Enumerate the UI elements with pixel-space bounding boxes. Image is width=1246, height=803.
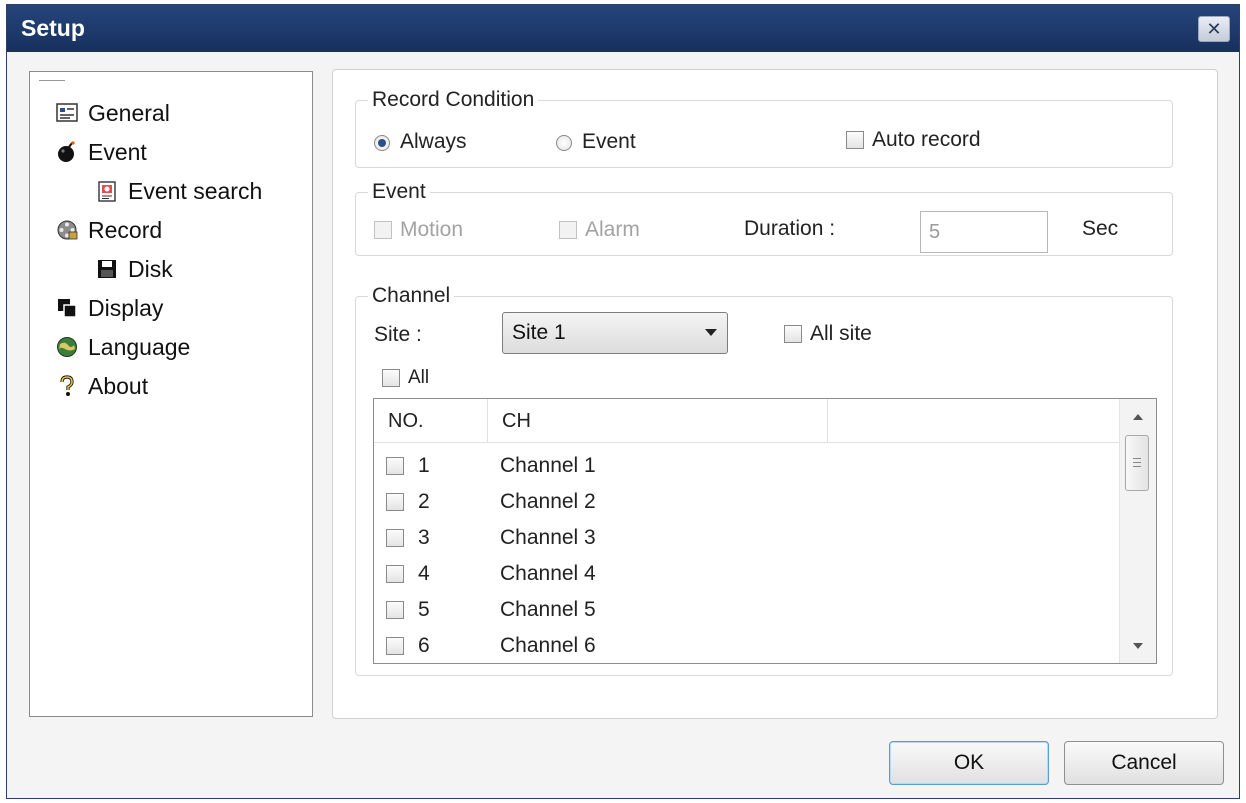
tree-item-disk[interactable]: Disk: [96, 254, 173, 284]
auto-record-checkbox[interactable]: [846, 131, 864, 149]
tree-item-label: Language: [88, 333, 191, 360]
scroll-up-icon[interactable]: [1133, 414, 1143, 420]
channel-name: Channel 2: [500, 490, 596, 513]
alarm-label: Alarm: [585, 218, 640, 241]
channel-number: 3: [418, 526, 430, 549]
table-row[interactable]: 5 Channel 5: [374, 593, 1120, 629]
table-row[interactable]: 4 Channel 4: [374, 557, 1120, 593]
channel-name: Channel 5: [500, 598, 596, 621]
ok-button[interactable]: OK: [889, 741, 1049, 785]
all-site-label: All site: [810, 322, 872, 345]
column-header-ch[interactable]: CH: [488, 399, 828, 443]
channel-checkbox[interactable]: [386, 565, 404, 583]
tree-item-label: Event search: [128, 177, 263, 204]
duration-unit-label: Sec: [1082, 217, 1119, 240]
display-windows-icon: [56, 297, 78, 319]
duration-value: 5: [929, 220, 941, 243]
channel-checkbox[interactable]: [386, 529, 404, 547]
all-site-checkbox[interactable]: [784, 325, 802, 343]
film-reel-icon: [56, 219, 78, 241]
channel-checkbox[interactable]: [386, 493, 404, 511]
channel-checkbox[interactable]: [386, 457, 404, 475]
general-settings-icon: [56, 102, 78, 124]
all-channels-checkbox[interactable]: [382, 369, 400, 387]
channel-name: Channel 6: [500, 634, 596, 657]
always-radio[interactable]: [374, 135, 390, 151]
question-mark-icon: [56, 375, 78, 397]
tree-item-language[interactable]: Language: [56, 332, 190, 362]
channel-name: Channel 4: [500, 562, 596, 585]
table-row[interactable]: 6 Channel 6: [374, 629, 1120, 663]
channel-checkbox[interactable]: [386, 601, 404, 619]
tree-item-label: Disk: [128, 255, 173, 282]
floppy-disk-icon: [96, 258, 118, 280]
channel-number: 1: [418, 454, 430, 477]
channel-checkbox[interactable]: [386, 637, 404, 655]
event-group: Event Motion Alarm Duration : 5 Sec: [355, 180, 1173, 256]
channel-group-title: Channel: [368, 284, 455, 308]
all-channels-label: All: [408, 367, 430, 388]
table-row[interactable]: 1 Channel 1: [374, 449, 1120, 485]
auto-record-label: Auto record: [872, 128, 981, 151]
setup-dialog: Setup ✕ General Event Event search Recor…: [6, 4, 1240, 799]
tree-item-label: About: [88, 372, 149, 399]
motion-checkbox[interactable]: [374, 221, 392, 239]
vertical-scrollbar[interactable]: [1119, 399, 1156, 663]
duration-input[interactable]: 5: [920, 211, 1048, 253]
chevron-down-icon: [705, 329, 717, 336]
scroll-down-icon[interactable]: [1133, 643, 1143, 649]
site-selected-value: Site 1: [512, 321, 566, 344]
channel-name: Channel 1: [500, 454, 596, 477]
cancel-button[interactable]: Cancel: [1064, 741, 1224, 785]
tree-item-label: Event: [88, 138, 147, 165]
scrollbar-thumb[interactable]: [1125, 435, 1149, 491]
site-label: Site :: [374, 323, 422, 346]
channel-number: 6: [418, 634, 430, 657]
duration-label: Duration :: [744, 217, 836, 240]
record-condition-title: Record Condition: [368, 88, 539, 112]
event-group-title: Event: [368, 180, 430, 204]
window-title: Setup: [21, 15, 85, 41]
tree-item-label: General: [88, 99, 170, 126]
settings-tree: General Event Event search Record Disk D…: [29, 71, 313, 717]
event-search-icon: [96, 180, 118, 202]
tree-item-label: Display: [88, 294, 164, 321]
title-bar[interactable]: Setup ✕: [7, 5, 1239, 52]
column-header-no[interactable]: NO.: [374, 399, 488, 443]
channel-list-header: NO. CH: [374, 399, 1120, 443]
close-icon[interactable]: ✕: [1198, 16, 1230, 42]
alarm-checkbox[interactable]: [559, 221, 577, 239]
tree-item-label: Record: [88, 216, 163, 243]
tree-item-about[interactable]: About: [56, 371, 148, 401]
channel-list: NO. CH 1 Channel 1 2 Channel 2 3 Channel…: [373, 398, 1157, 664]
record-condition-group: Record Condition Always Event Auto recor…: [355, 88, 1173, 168]
always-label: Always: [400, 130, 467, 153]
event-radio-label: Event: [582, 130, 636, 153]
table-row[interactable]: 3 Channel 3: [374, 521, 1120, 557]
settings-content-panel: Record Condition Always Event Auto recor…: [332, 69, 1218, 719]
globe-icon: [56, 336, 78, 358]
bomb-icon: [56, 141, 78, 163]
table-row[interactable]: 2 Channel 2: [374, 485, 1120, 521]
site-dropdown[interactable]: Site 1: [502, 312, 728, 354]
tree-root-line: [39, 80, 65, 81]
tree-item-general[interactable]: General: [56, 98, 170, 128]
column-header-empty[interactable]: [828, 399, 1120, 443]
tree-item-event-search[interactable]: Event search: [96, 176, 262, 206]
tree-item-record[interactable]: Record: [56, 215, 162, 245]
tree-item-display[interactable]: Display: [56, 293, 163, 323]
tree-item-event[interactable]: Event: [56, 137, 147, 167]
motion-label: Motion: [400, 218, 464, 241]
channel-name: Channel 3: [500, 526, 596, 549]
channel-number: 2: [418, 490, 430, 513]
channel-number: 4: [418, 562, 430, 585]
channel-number: 5: [418, 598, 430, 621]
event-radio[interactable]: [556, 135, 572, 151]
